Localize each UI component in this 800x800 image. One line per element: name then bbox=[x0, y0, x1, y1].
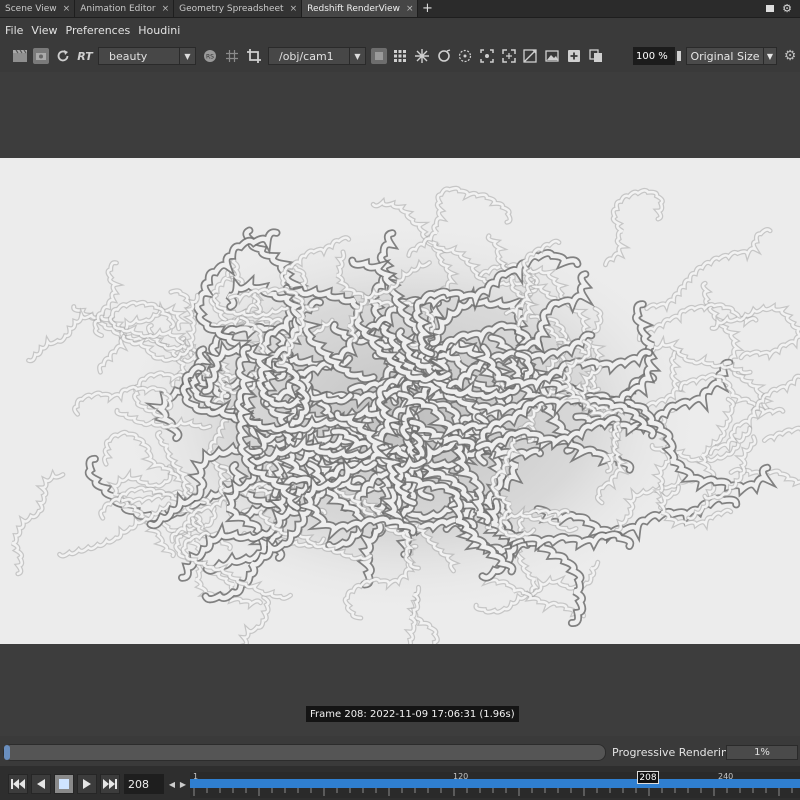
tab-label: Redshift RenderView bbox=[307, 3, 400, 14]
close-icon[interactable]: × bbox=[63, 4, 71, 14]
progress-fill bbox=[4, 745, 10, 760]
render-image bbox=[0, 158, 800, 644]
gear-icon[interactable]: ⚙ bbox=[782, 2, 792, 15]
original-size-button[interactable]: Original Size bbox=[686, 47, 764, 65]
step-back-icon[interactable]: ◀ bbox=[167, 776, 177, 792]
chevron-down-icon[interactable]: ▼ bbox=[763, 47, 777, 65]
current-frame-field[interactable]: 208 bbox=[124, 774, 164, 794]
clapper-icon[interactable] bbox=[12, 48, 28, 64]
stop-button[interactable] bbox=[54, 774, 74, 794]
crop-icon[interactable] bbox=[246, 48, 262, 64]
refresh-icon[interactable] bbox=[55, 48, 71, 64]
step-forward-icon[interactable]: ▶ bbox=[178, 776, 188, 792]
svg-text:RS: RS bbox=[206, 54, 214, 61]
grid-overlay-icon[interactable] bbox=[224, 48, 240, 64]
freeze-snowflake-icon[interactable] bbox=[414, 48, 430, 64]
aov-dropdown[interactable]: beauty ▼ bbox=[98, 47, 196, 65]
copy-icon[interactable] bbox=[588, 48, 604, 64]
close-icon[interactable]: × bbox=[290, 4, 298, 14]
pane-controls: ⚙ bbox=[766, 0, 800, 17]
add-snapshot-icon[interactable] bbox=[566, 48, 582, 64]
chevron-down-icon: ▼ bbox=[179, 48, 195, 64]
render-viewport[interactable]: Frame 208: 2022-11-09 17:06:31 (1.96s) bbox=[0, 72, 800, 736]
chevron-down-icon: ▼ bbox=[349, 48, 365, 64]
jump-start-button[interactable] bbox=[8, 774, 28, 794]
close-icon[interactable]: × bbox=[406, 4, 414, 14]
lock-circle-icon[interactable] bbox=[436, 48, 452, 64]
render-toolbar: RT beauty ▼ RS /obj/cam1 ▼ 100 % Origina… bbox=[0, 42, 800, 70]
maximize-pane-icon[interactable] bbox=[766, 5, 775, 12]
zoom-slider-icon[interactable] bbox=[676, 48, 682, 64]
zoom-field[interactable]: 100 % bbox=[633, 47, 675, 65]
jump-end-button[interactable] bbox=[100, 774, 120, 794]
snapshot-icon[interactable] bbox=[33, 48, 49, 64]
bucket-grid-icon[interactable] bbox=[392, 48, 408, 64]
menu-file[interactable]: File bbox=[5, 24, 23, 37]
playbar: 208 ◀ ▶ 1 120 240 208 bbox=[0, 766, 800, 800]
current-frame-marker[interactable]: 208 bbox=[637, 771, 659, 784]
tick-label-mid: 120 bbox=[453, 772, 469, 781]
menu-preferences[interactable]: Preferences bbox=[66, 24, 131, 37]
bounds-icon[interactable] bbox=[479, 48, 495, 64]
menu-houdini[interactable]: Houdini bbox=[138, 24, 180, 37]
tab-label: Scene View bbox=[5, 3, 57, 14]
rt-toggle[interactable]: RT bbox=[75, 48, 95, 64]
tab-redshift-renderview[interactable]: Redshift RenderView × bbox=[302, 0, 419, 17]
focus-target-icon[interactable] bbox=[457, 48, 473, 64]
menu-bar: File View Preferences Houdini bbox=[0, 19, 800, 41]
image-icon[interactable] bbox=[544, 48, 560, 64]
tab-label: Animation Editor bbox=[80, 3, 156, 14]
add-tab-button[interactable]: + bbox=[418, 0, 436, 17]
play-reverse-button[interactable] bbox=[31, 774, 51, 794]
frame-info-label: Frame 208: 2022-11-09 17:06:31 (1.96s) bbox=[306, 706, 519, 722]
camera-dropdown[interactable]: /obj/cam1 ▼ bbox=[268, 47, 366, 65]
play-forward-button[interactable] bbox=[77, 774, 97, 794]
render-progress-bar bbox=[3, 744, 606, 761]
tab-label: Geometry Spreadsheet bbox=[179, 3, 284, 14]
render-region-icon[interactable] bbox=[371, 48, 387, 64]
compare-icon[interactable] bbox=[522, 48, 538, 64]
tab-animation-editor[interactable]: Animation Editor × bbox=[75, 0, 175, 17]
progress-percent: 1% bbox=[726, 745, 798, 760]
progress-row: Progressive Rendering... 1% bbox=[0, 740, 800, 764]
pane-tab-bar: Scene View × Animation Editor × Geometry… bbox=[0, 0, 800, 18]
menu-view[interactable]: View bbox=[31, 24, 57, 37]
camera-value: /obj/cam1 bbox=[279, 49, 334, 63]
tab-geometry-spreadsheet[interactable]: Geometry Spreadsheet × bbox=[174, 0, 303, 17]
tick-label-end: 240 bbox=[718, 772, 734, 781]
redshift-logo-icon[interactable]: RS bbox=[202, 48, 218, 64]
tick-label-start: 1 bbox=[193, 772, 199, 781]
aov-value: beauty bbox=[109, 49, 148, 63]
tab-scene-view[interactable]: Scene View × bbox=[0, 0, 76, 17]
timeline-track[interactable]: 1 120 240 208 bbox=[190, 771, 800, 798]
fit-view-icon[interactable] bbox=[501, 48, 517, 64]
rendered-pattern-image bbox=[0, 158, 800, 644]
close-icon[interactable]: × bbox=[162, 4, 170, 14]
gear-icon[interactable]: ⚙ bbox=[782, 48, 798, 64]
timeline-ticks bbox=[193, 788, 793, 796]
